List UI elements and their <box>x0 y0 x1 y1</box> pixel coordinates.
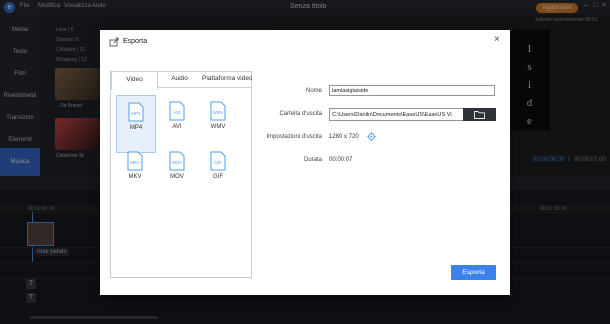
output-folder-label: Cartella d'uscita <box>279 111 323 117</box>
format-option-wmv[interactable]: WMV WMV <box>199 95 237 151</box>
export-icon <box>109 37 119 47</box>
tab-video[interactable]: Video <box>111 71 158 90</box>
svg-text:MP4: MP4 <box>131 111 141 116</box>
name-label: Nome <box>305 88 322 94</box>
export-button[interactable]: Esporta <box>451 265 496 280</box>
output-settings-value: 1280 x 720 <box>329 134 359 140</box>
format-label: AVI <box>172 124 182 130</box>
duration-value: 00:00:07 <box>329 157 353 163</box>
tab-video-platform[interactable]: Piattaforma video <box>202 71 252 87</box>
duration-label: Durata <box>303 157 322 163</box>
format-label: MP4 <box>129 125 143 131</box>
gif-file-icon: GIF <box>210 151 226 171</box>
dialog-title: Esporta <box>123 38 148 45</box>
output-folder-field[interactable]: C:\Users\Danilo\Documents\EaseUS\EaseUS … <box>329 108 465 121</box>
mp4-file-icon: MP4 <box>128 102 144 122</box>
format-label: WMV <box>210 124 226 130</box>
format-label: GIF <box>213 174 223 180</box>
tab-audio[interactable]: Audio <box>157 71 202 87</box>
wmv-file-icon: WMV <box>210 101 226 121</box>
svg-text:GIF: GIF <box>214 160 222 165</box>
svg-text:MKV: MKV <box>130 160 140 165</box>
close-icon[interactable]: × <box>494 35 500 45</box>
browse-folder-button[interactable] <box>463 108 496 121</box>
svg-text:AVI: AVI <box>173 110 180 115</box>
output-settings-label: Impostazioni d'uscita <box>266 134 322 140</box>
avi-file-icon: AVI <box>169 101 185 121</box>
format-option-mkv[interactable]: MKV MKV <box>116 145 154 201</box>
export-dialog: Esporta × Video Audio Piattaforma video … <box>100 30 510 295</box>
mkv-file-icon: MKV <box>127 151 143 171</box>
settings-gear-icon[interactable] <box>367 132 376 141</box>
mov-file-icon: MOV <box>169 151 185 171</box>
format-option-gif[interactable]: GIF GIF <box>199 145 237 201</box>
svg-text:MOV: MOV <box>172 160 182 165</box>
svg-text:WMV: WMV <box>213 110 223 115</box>
format-option-avi[interactable]: AVI AVI <box>158 95 196 151</box>
name-field[interactable]: lamiasiglaiside <box>329 85 495 96</box>
format-label: MOV <box>170 174 184 180</box>
format-label: MKV <box>128 174 142 180</box>
folder-icon <box>474 111 485 119</box>
format-option-mov[interactable]: MOV MOV <box>158 145 196 201</box>
